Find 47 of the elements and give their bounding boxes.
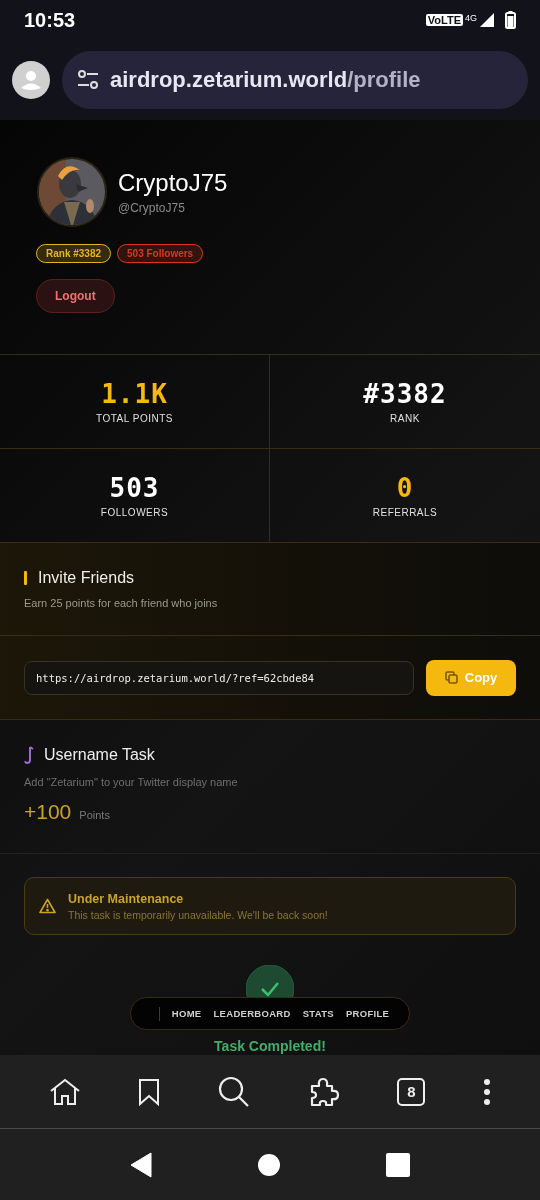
search-icon[interactable]: [218, 1075, 251, 1108]
nav-link[interactable]: LEADERBOARD: [213, 1008, 291, 1019]
bookmark-icon[interactable]: [138, 1077, 161, 1106]
more-menu-icon[interactable]: [483, 1077, 492, 1106]
referral-link-field[interactable]: https://airdrop.zetarium.world/?ref=62cbde84: [24, 660, 414, 695]
nav-link[interactable]: PROFILE: [345, 1008, 390, 1019]
stat-value: 0: [396, 473, 414, 503]
address-bar[interactable]: airdrop.zetarium.world/profile: [62, 51, 528, 109]
section-subtitle: Earn 25 points for each friend who joins: [24, 597, 219, 609]
section-title: Username Task: [44, 746, 155, 764]
completed-title: Task Completed!: [214, 1038, 326, 1054]
account-icon[interactable]: [12, 61, 50, 99]
nav-link[interactable]: HOME: [171, 1008, 202, 1019]
user-handle: @CryptoJ75: [118, 201, 186, 215]
profile-badge: 503 Followers: [117, 244, 204, 263]
section-title: Invite Friends: [38, 569, 135, 587]
stat-value: 503: [109, 473, 160, 503]
stat-label: FOLLOWERS: [100, 507, 169, 518]
notice-message: This task is temporarily unavailable. We'll be back soon!: [68, 908, 328, 921]
notice-title: Under Maintenance: [68, 891, 185, 906]
back-icon[interactable]: [130, 1151, 152, 1178]
copy-icon: [444, 671, 458, 684]
nav-link[interactable]: STATS: [302, 1008, 334, 1019]
reward-amount: +100: [24, 800, 72, 824]
music-note-icon: [24, 746, 34, 764]
accent-bar-icon: [24, 571, 28, 585]
network-type: 4G: [465, 13, 477, 23]
tab-count-button[interactable]: 8: [397, 1077, 426, 1106]
home-icon[interactable]: [48, 1077, 81, 1106]
reward-unit: Points: [79, 809, 110, 821]
site-settings-icon[interactable]: [76, 68, 100, 92]
recents-icon[interactable]: [386, 1152, 410, 1177]
logout-button[interactable]: Logout: [36, 279, 115, 313]
stat-value: 1.1K: [101, 379, 168, 409]
username: CryptoJ75: [118, 169, 228, 197]
task-description: Add "Zetarium" to your Twitter display name: [24, 776, 239, 788]
signal-icon: [479, 12, 495, 28]
warning-icon: [39, 898, 56, 914]
volte-indicator: VoLTE: [425, 14, 463, 26]
profile-badge: Rank #3382: [36, 244, 112, 263]
battery-icon: [505, 11, 516, 29]
stat-value: #3382: [363, 379, 447, 409]
home-button-icon[interactable]: [258, 1153, 280, 1176]
clock: 10:53: [24, 8, 76, 32]
stat-label: RANK: [390, 413, 420, 424]
stat-label: TOTAL POINTS: [96, 413, 173, 424]
stat-label: REFERRALS: [372, 507, 438, 518]
